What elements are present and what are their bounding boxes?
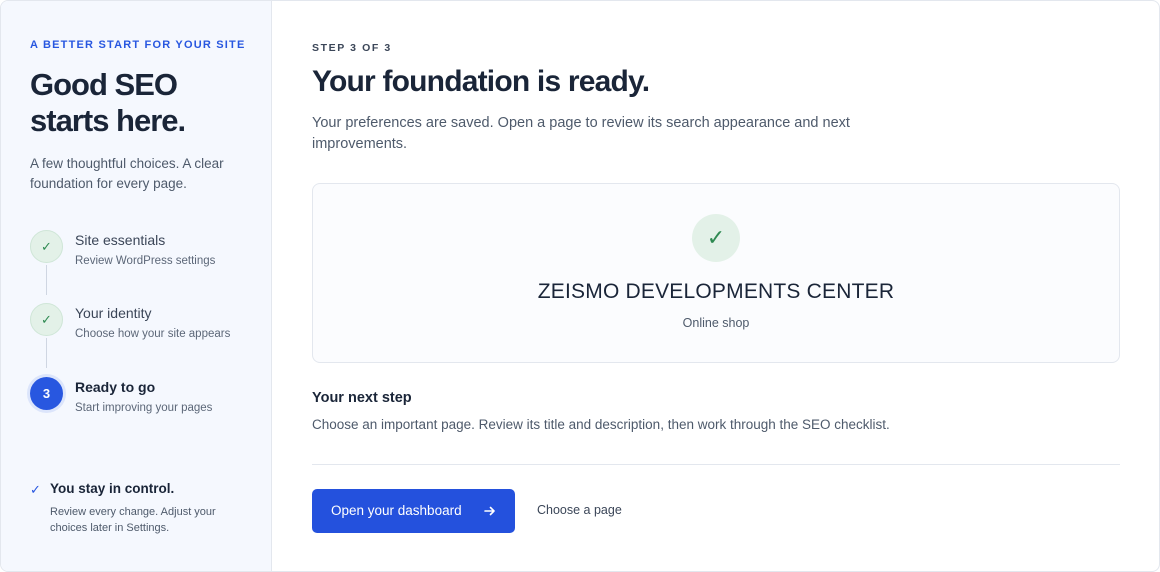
step-number-badge: 3 bbox=[30, 377, 63, 410]
step-subtitle: Choose how your site appears bbox=[75, 328, 231, 340]
step-site-essentials[interactable]: ✓ Site essentials Review WordPress setti… bbox=[30, 230, 260, 274]
next-step-title: Your next step bbox=[312, 390, 412, 406]
step-connector bbox=[46, 265, 47, 295]
check-icon: ✓ bbox=[692, 214, 740, 262]
site-type: Online shop bbox=[682, 316, 750, 330]
step-connector bbox=[46, 338, 47, 368]
step-subtitle: Review WordPress settings bbox=[75, 255, 216, 267]
open-dashboard-button[interactable]: Open your dashboard bbox=[312, 489, 515, 533]
sidebar-eyebrow: A BETTER START FOR YOUR SITE bbox=[30, 39, 246, 51]
control-description: Review every change. Adjust your choices… bbox=[50, 506, 216, 534]
arrow-right-icon bbox=[484, 506, 495, 516]
choose-page-link[interactable]: Choose a page bbox=[537, 503, 622, 517]
site-name: ZEISMO DEVELOPMENTS CENTER bbox=[537, 280, 895, 303]
sidebar: A BETTER START FOR YOUR SITE Good SEO st… bbox=[1, 1, 272, 571]
divider bbox=[312, 464, 1120, 465]
button-label: Open your dashboard bbox=[331, 503, 462, 518]
step-title: Ready to go bbox=[75, 379, 156, 395]
next-step-description: Choose an important page. Review its tit… bbox=[312, 417, 890, 432]
onboarding-window: A BETTER START FOR YOUR SITE Good SEO st… bbox=[0, 0, 1160, 572]
site-summary-card: ✓ ZEISMO DEVELOPMENTS CENTER Online shop bbox=[312, 183, 1120, 363]
page-title: Your foundation is ready. bbox=[312, 65, 650, 98]
sidebar-title: Good SEO starts here. bbox=[30, 67, 186, 138]
sidebar-description: A few thoughtful choices. A clear founda… bbox=[30, 156, 224, 191]
control-title: You stay in control. bbox=[50, 481, 175, 496]
step-ready-to-go[interactable]: 3 Ready to go Start improving your pages bbox=[30, 377, 260, 421]
check-icon: ✓ bbox=[30, 230, 63, 263]
main-content: STEP 3 OF 3 Your foundation is ready. Yo… bbox=[272, 1, 1159, 571]
step-title: Site essentials bbox=[75, 232, 166, 248]
page-description: Your preferences are saved. Open a page … bbox=[312, 115, 850, 152]
check-icon: ✓ bbox=[30, 482, 41, 497]
step-indicator: STEP 3 OF 3 bbox=[312, 42, 392, 54]
step-title: Your identity bbox=[75, 305, 152, 321]
step-your-identity[interactable]: ✓ Your identity Choose how your site app… bbox=[30, 303, 260, 347]
step-subtitle: Start improving your pages bbox=[75, 402, 213, 414]
check-icon: ✓ bbox=[30, 303, 63, 336]
